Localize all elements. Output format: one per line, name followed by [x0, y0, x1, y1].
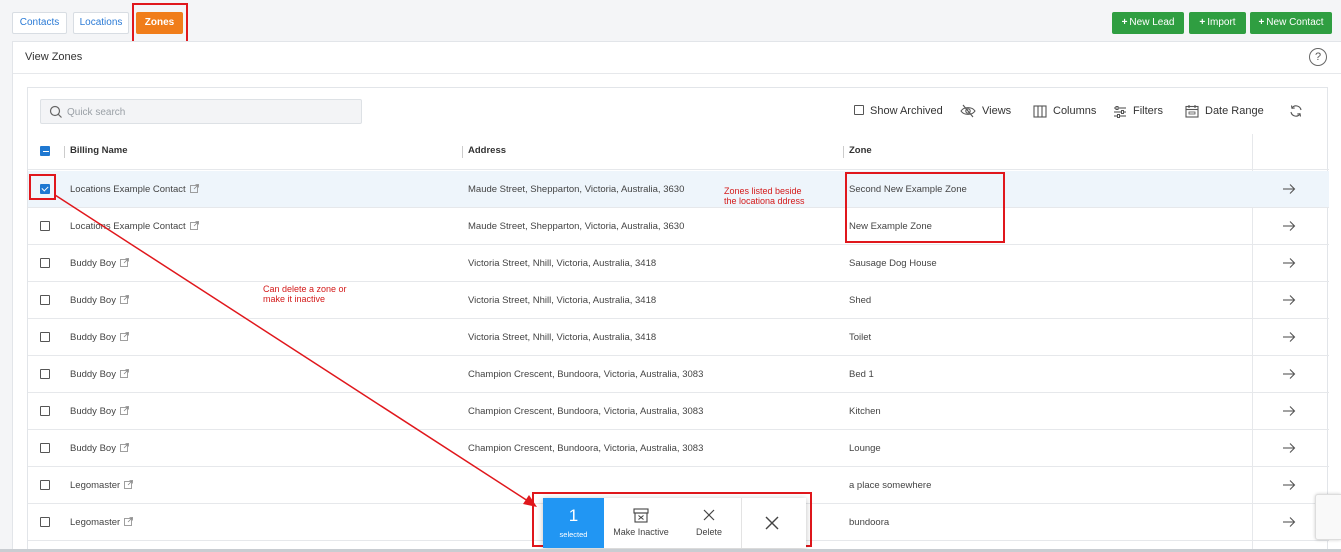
close-bulk-bar-icon[interactable] — [763, 514, 781, 532]
bulk-action-bar: 1 selected Make Inactive Delete — [543, 498, 806, 548]
recaptcha-badge[interactable] — [1315, 494, 1341, 540]
make-inactive-button[interactable]: Make Inactive — [609, 498, 673, 548]
annotation-arrow — [54, 194, 537, 507]
selected-count-badge[interactable]: 1 selected — [543, 498, 604, 548]
selected-count: 1 — [568, 506, 579, 525]
selected-label: selected — [559, 530, 588, 539]
archive-icon — [633, 508, 649, 523]
delete-label: Delete — [695, 527, 722, 537]
close-icon — [703, 509, 715, 521]
divider — [741, 498, 742, 548]
make-inactive-label: Make Inactive — [613, 527, 669, 537]
delete-button[interactable]: Delete — [683, 498, 735, 548]
